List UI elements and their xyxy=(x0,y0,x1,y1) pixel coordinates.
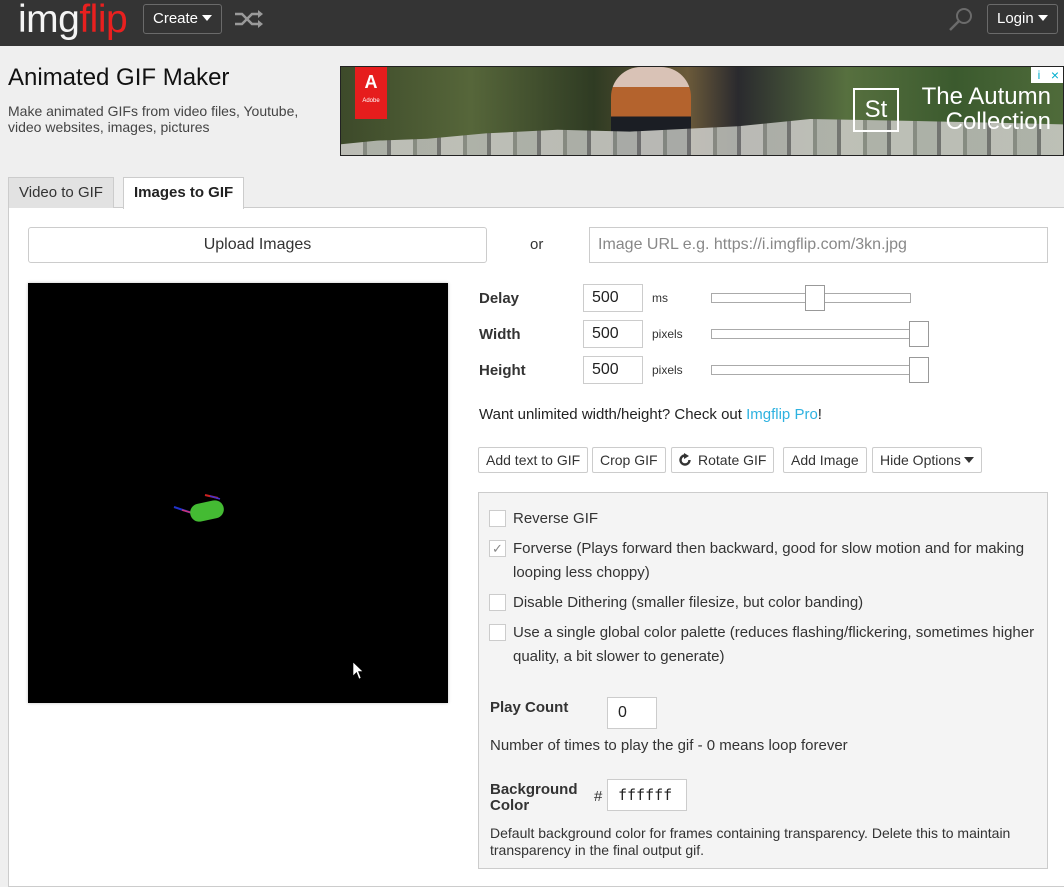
global-palette-checkbox[interactable] xyxy=(489,624,506,641)
disable-dithering-option[interactable]: Disable Dithering (smaller filesize, but… xyxy=(489,591,1039,615)
login-label: Login xyxy=(997,10,1034,27)
play-count-input[interactable] xyxy=(607,697,657,729)
rotate-gif-button[interactable]: Rotate GIF xyxy=(671,447,775,473)
rotate-icon xyxy=(679,453,691,466)
logo[interactable]: imgflip xyxy=(18,0,128,42)
create-menu-button[interactable]: Create xyxy=(143,4,223,34)
delay-label: Delay xyxy=(479,290,520,307)
promo-suffix: ! xyxy=(817,406,822,423)
imgflip-pro-link[interactable]: Imgflip Pro xyxy=(746,406,818,423)
play-count-label: Play Count xyxy=(490,699,569,716)
hash-symbol: # xyxy=(594,788,603,805)
add-image-button[interactable]: Add Image xyxy=(783,447,867,473)
adobe-logo: A Adobe xyxy=(355,67,387,119)
ad-banner[interactable]: A Adobe St The Autumn Collection i × xyxy=(340,66,1064,156)
create-label: Create xyxy=(153,10,199,27)
caret-down-icon xyxy=(202,15,213,21)
stock-logo: St xyxy=(853,88,899,132)
logo-text-flip: flip xyxy=(79,0,128,41)
shuffle-icon[interactable] xyxy=(234,9,264,29)
caret-down-icon xyxy=(963,457,974,463)
ad-close-icon[interactable]: × xyxy=(1047,67,1063,83)
delay-slider-thumb[interactable] xyxy=(805,285,825,311)
ad-headline: The Autumn Collection xyxy=(921,83,1051,135)
global-palette-label: Use a single global color palette (reduc… xyxy=(513,624,1035,665)
options-panel: Reverse GIF ✓ Forverse (Plays forward th… xyxy=(478,492,1048,869)
hide-options-button[interactable]: Hide Options xyxy=(872,447,982,473)
or-label: or xyxy=(530,236,544,253)
adobe-mark: A xyxy=(364,72,378,92)
disable-dithering-label: Disable Dithering (smaller filesize, but… xyxy=(513,594,864,611)
play-count-help: Number of times to play the gif - 0 mean… xyxy=(490,737,848,754)
width-slider-thumb[interactable] xyxy=(909,321,929,347)
search-icon[interactable] xyxy=(948,6,974,32)
promo-text: Want unlimited width/height? Check out xyxy=(479,406,747,423)
background-color-label: Background Color xyxy=(490,781,578,814)
image-url-input[interactable] xyxy=(589,227,1048,263)
width-slider[interactable] xyxy=(711,329,911,339)
adchoices-icon[interactable]: i xyxy=(1031,67,1047,83)
delay-input[interactable] xyxy=(583,284,643,312)
height-unit: pixels xyxy=(652,363,683,377)
add-text-to-gif-button[interactable]: Add text to GIF xyxy=(478,447,589,473)
height-input[interactable] xyxy=(583,356,643,384)
reverse-gif-option[interactable]: Reverse GIF xyxy=(489,507,1039,531)
pro-promo: Want unlimited width/height? Check out I… xyxy=(479,406,822,423)
forverse-option[interactable]: ✓ Forverse (Plays forward then backward,… xyxy=(489,537,1039,585)
height-slider[interactable] xyxy=(711,365,911,375)
height-label: Height xyxy=(479,362,526,379)
delay-unit: ms xyxy=(652,291,668,305)
adobe-wordmark: Adobe xyxy=(362,98,380,104)
height-slider-thumb[interactable] xyxy=(909,357,929,383)
background-color-input[interactable] xyxy=(607,779,687,811)
page-subtitle: Make animated GIFs from video files, You… xyxy=(8,103,299,135)
width-unit: pixels xyxy=(652,327,683,341)
page-title: Animated GIF Maker xyxy=(8,64,230,91)
preview-sprite xyxy=(173,494,224,522)
upload-images-button[interactable]: Upload Images xyxy=(28,227,487,263)
disable-dithering-checkbox[interactable] xyxy=(489,594,506,611)
gif-preview[interactable] xyxy=(28,283,448,703)
tab-video-to-gif[interactable]: Video to GIF xyxy=(8,177,114,208)
caret-down-icon xyxy=(1037,15,1048,21)
global-palette-option[interactable]: Use a single global color palette (reduc… xyxy=(489,621,1039,669)
mouse-cursor-icon xyxy=(353,662,364,680)
top-nav: imgflip Create Login xyxy=(0,0,1064,46)
hide-options-label: Hide Options xyxy=(880,452,961,468)
width-label: Width xyxy=(479,326,521,343)
background-color-help: Default background color for frames cont… xyxy=(490,825,1011,858)
forverse-label: Forverse (Plays forward then backward, g… xyxy=(513,540,1025,581)
width-input[interactable] xyxy=(583,320,643,348)
rotate-gif-label: Rotate GIF xyxy=(698,452,767,468)
reverse-gif-label: Reverse GIF xyxy=(513,510,599,527)
reverse-gif-checkbox[interactable] xyxy=(489,510,506,527)
tab-images-to-gif[interactable]: Images to GIF xyxy=(123,177,245,209)
crop-gif-button[interactable]: Crop GIF xyxy=(592,447,666,473)
logo-text-img: img xyxy=(18,0,80,41)
login-button[interactable]: Login xyxy=(987,4,1058,34)
forverse-checkbox[interactable]: ✓ xyxy=(489,540,506,557)
